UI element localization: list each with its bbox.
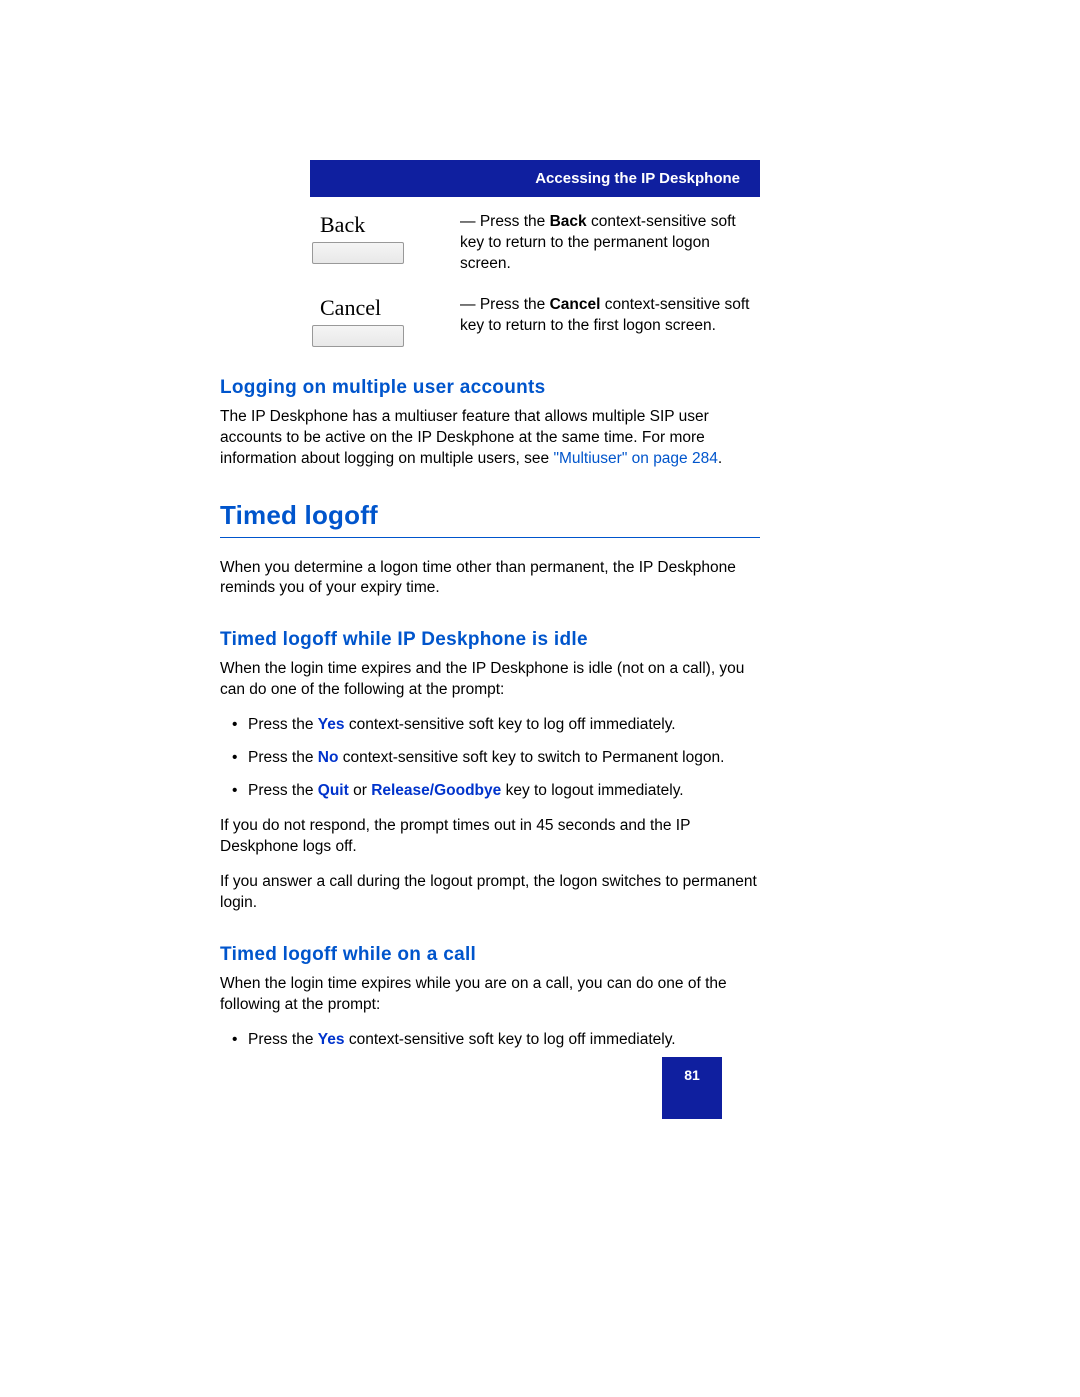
paragraph-multiuser: The IP Deskphone has a multiuser feature… [220,407,760,470]
key-name: Cancel [550,296,601,313]
softkey-desc-cancel: — Press the Cancel context-sensitive sof… [460,295,760,347]
softkey-row-cancel: Cancel — Press the Cancel context-sensit… [310,295,760,347]
document-page: Accessing the IP Deskphone Back — Press … [220,160,760,1064]
key-name: Release/Goodbye [371,782,501,799]
softkey-button-back [312,242,404,264]
text: Press the [480,296,550,313]
text: Press the [248,749,318,766]
heading-multiuser: Logging on multiple user accounts [220,377,760,399]
text: . [718,450,722,467]
text: key to logout immediately. [501,782,683,799]
paragraph-timed-intro: When you determine a logon time other th… [220,558,760,600]
heading-timed-logoff: Timed logoff [220,500,760,531]
heading-idle: Timed logoff while IP Deskphone is idle [220,629,760,651]
page-number: 81 [662,1057,722,1119]
paragraph-idle-intro: When the login time expires and the IP D… [220,659,760,701]
key-name: Quit [318,782,349,799]
softkey-button-cancel [312,325,404,347]
list-item: Press the Yes context-sensitive soft key… [220,715,760,736]
list-item: Press the Yes context-sensitive soft key… [220,1030,760,1051]
softkey-left-col: Back [310,212,460,275]
section-divider [220,537,760,538]
key-name: Back [550,213,587,230]
heading-on-call: Timed logoff while on a call [220,944,760,966]
softkey-left-col: Cancel [310,295,460,347]
softkey-desc-back: — Press the Back context-sensitive soft … [460,212,760,275]
softkey-label-cancel: Cancel [310,295,460,321]
list-item: Press the Quit or Release/Goodbye key to… [220,781,760,802]
paragraph-call-intro: When the login time expires while you ar… [220,974,760,1016]
chapter-header: Accessing the IP Deskphone [310,160,760,197]
text: Press the [248,782,318,799]
text: context-sensitive soft key to switch to … [338,749,724,766]
text: or [349,782,371,799]
cross-reference-link[interactable]: "Multiuser" on page 284 [553,450,717,467]
list-item: Press the No context-sensitive soft key … [220,748,760,769]
idle-bullet-list: Press the Yes context-sensitive soft key… [220,715,760,802]
key-name: No [318,749,339,766]
paragraph-idle-answer: If you answer a call during the logout p… [220,872,760,914]
text: context-sensitive soft key to log off im… [345,1031,676,1048]
softkey-row-back: Back — Press the Back context-sensitive … [310,212,760,275]
key-name: Yes [318,1031,345,1048]
dash: — [460,213,476,230]
softkey-label-back: Back [310,212,460,238]
paragraph-idle-timeout: If you do not respond, the prompt times … [220,816,760,858]
dash: — [460,296,476,313]
key-name: Yes [318,716,345,733]
text: Press the [248,716,318,733]
text: context-sensitive soft key to log off im… [345,716,676,733]
text: Press the [480,213,550,230]
text: Press the [248,1031,318,1048]
call-bullet-list: Press the Yes context-sensitive soft key… [220,1030,760,1051]
